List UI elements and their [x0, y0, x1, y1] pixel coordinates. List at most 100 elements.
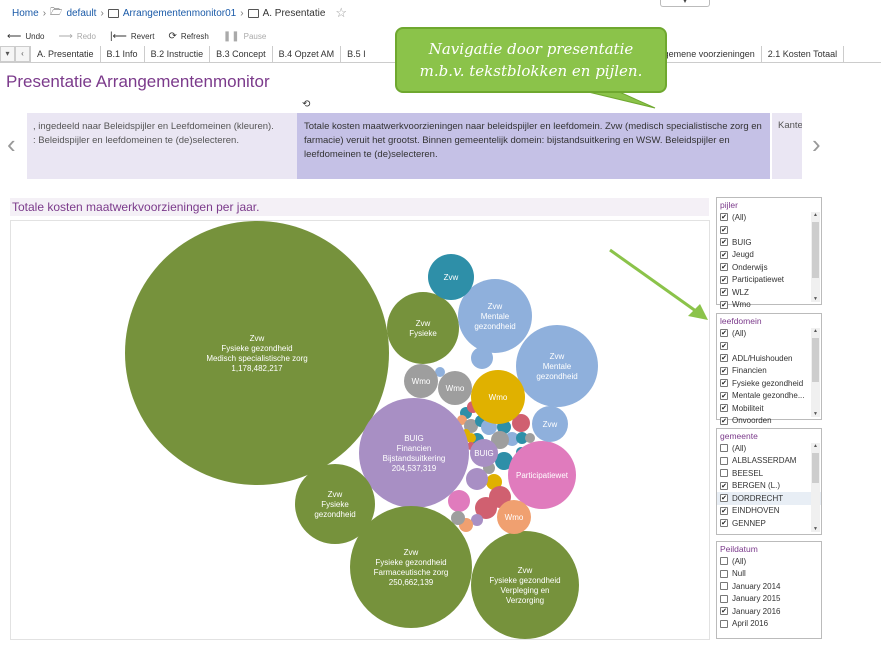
checkbox-checked-icon[interactable]: ✔ [720, 300, 728, 309]
scroll-thumb[interactable] [812, 453, 819, 483]
story-point-next[interactable]: Kante [772, 113, 802, 179]
checkbox-checked-icon[interactable]: ✔ [720, 354, 728, 363]
peildatum-option[interactable]: January 2015 [717, 593, 821, 606]
checkbox-icon[interactable] [720, 582, 728, 591]
bubble[interactable] [387, 292, 459, 364]
tabs-prev-icon[interactable]: ‹ [15, 46, 30, 62]
scroll-up-icon[interactable]: ▲ [811, 328, 820, 334]
pijler-option[interactable]: ✔ [717, 224, 821, 237]
checkbox-checked-icon[interactable]: ✔ [720, 225, 728, 234]
filter-peildatum[interactable]: Peildatum (All) Null January 2014 January 20… [716, 541, 822, 639]
scroll-thumb[interactable] [812, 338, 819, 382]
pause-button[interactable]: ❚❚ Pause [223, 31, 266, 42]
checkbox-checked-icon[interactable]: ✔ [720, 263, 728, 272]
tab-a-presentatie[interactable]: A. Presentatie [30, 46, 101, 62]
peildatum-option[interactable]: April 2016 [717, 618, 821, 631]
gemeente-option[interactable]: ✔ BERGEN (L.) [717, 480, 821, 493]
refresh-button[interactable]: ⟳ Refresh [168, 31, 208, 42]
story-prev-icon[interactable]: ‹ [7, 129, 16, 160]
filter-leefdomein[interactable]: leefdomein ✔ (All) ✔ ✔ ADL/Huishouden ✔ Financi… [716, 313, 822, 425]
pijler-option[interactable]: ✔ BUIG [717, 236, 821, 249]
checkbox-checked-icon[interactable]: ✔ [720, 506, 728, 515]
checkbox-checked-icon[interactable]: ✔ [720, 404, 728, 413]
gemeente-option[interactable]: ✔ DORDRECHT [717, 492, 821, 505]
leefdomein-option[interactable]: ✔ (All) [717, 327, 821, 340]
pijler-option[interactable]: ✔ (All) [717, 211, 821, 224]
small-bubble[interactable] [466, 468, 488, 490]
leefdomein-option[interactable]: ✔ [717, 340, 821, 353]
gemeente-option[interactable]: ALBLASSERDAM [717, 455, 821, 468]
leefdomein-option[interactable]: ✔ Mobiliteit [717, 402, 821, 415]
checkbox-checked-icon[interactable]: ✔ [720, 275, 728, 284]
checkbox-checked-icon[interactable]: ✔ [720, 341, 728, 350]
breadcrumb-home[interactable]: Home [12, 8, 39, 19]
gemeente-option[interactable]: BEESEL [717, 467, 821, 480]
checkbox-checked-icon[interactable]: ✔ [720, 329, 728, 338]
story-point-previous[interactable]: , ingedeeld naar Beleidspijler en Leefdo… [27, 113, 297, 179]
leefdomein-scrollbar[interactable]: ▲ ▼ [811, 328, 820, 417]
story-next-icon[interactable]: › [812, 129, 821, 160]
pijler-option[interactable]: ✔ Wmo [717, 299, 821, 312]
peildatum-option[interactable]: (All) [717, 555, 821, 568]
checkbox-checked-icon[interactable]: ✔ [720, 379, 728, 388]
gemeente-option[interactable]: (All) [717, 442, 821, 455]
tabs-menu-icon[interactable]: ▾ [0, 46, 15, 62]
pijler-option[interactable]: ✔ WLZ [717, 286, 821, 299]
checkbox-checked-icon[interactable]: ✔ [720, 391, 728, 400]
scroll-down-icon[interactable]: ▼ [811, 296, 820, 302]
bubble[interactable] [471, 531, 579, 639]
checkbox-checked-icon[interactable]: ✔ [720, 238, 728, 247]
filter-pijler[interactable]: pijler ✔ (All) ✔ ✔ BUIG ✔ Jeugd ✔ Onderwijs ✔ Parti… [716, 197, 822, 309]
revert-button[interactable]: |⟵ Revert [110, 31, 155, 42]
leefdomein-option[interactable]: ✔ Fysieke gezondheid [717, 377, 821, 390]
leefdomein-option[interactable]: ✔ ADL/Huishouden [717, 352, 821, 365]
checkbox-checked-icon[interactable]: ✔ [720, 416, 728, 425]
undo-button[interactable]: ⟵ Undo [7, 31, 44, 42]
pijler-option[interactable]: ✔ Jeugd [717, 249, 821, 262]
breadcrumb-folder[interactable]: default [66, 8, 96, 19]
checkbox-checked-icon[interactable]: ✔ [720, 250, 728, 259]
scroll-thumb[interactable] [812, 222, 819, 278]
pijler-option[interactable]: ✔ Onderwijs [717, 261, 821, 274]
checkbox-checked-icon[interactable]: ✔ [720, 366, 728, 375]
filter-gemeente[interactable]: gemeente (All) ALBLASSERDAM BEESEL ✔ BERGEN (… [716, 428, 822, 535]
pijler-option[interactable]: ✔ Participatiewet [717, 274, 821, 287]
breadcrumb-workbook[interactable]: Arrangementenmonitor01 [123, 8, 236, 19]
checkbox-icon[interactable] [720, 594, 728, 603]
peildatum-option[interactable]: Null [717, 568, 821, 581]
checkbox-checked-icon[interactable]: ✔ [720, 213, 728, 222]
dropdown-toggle[interactable]: ▾ [660, 0, 710, 7]
tab-21-kosten-totaal[interactable]: 2.1 Kosten Totaal [762, 46, 845, 62]
tab-b2-instructie[interactable]: B.2 Instructie [145, 46, 211, 62]
gemeente-option[interactable]: ✔ EINDHOVEN [717, 505, 821, 518]
checkbox-icon[interactable] [720, 619, 728, 628]
leefdomein-option[interactable]: ✔ Financien [717, 365, 821, 378]
peildatum-option[interactable]: ✔ January 2016 [717, 605, 821, 618]
scroll-down-icon[interactable]: ▼ [811, 411, 820, 417]
checkbox-checked-icon[interactable]: ✔ [720, 607, 728, 616]
redo-button[interactable]: ⟶ Redo [58, 31, 95, 42]
leefdomein-option[interactable]: ✔ Onvoorden [717, 415, 821, 428]
checkbox-icon[interactable] [720, 557, 728, 566]
checkbox-icon[interactable] [720, 469, 728, 478]
checkbox-checked-icon[interactable]: ✔ [720, 288, 728, 297]
tab-b1-info[interactable]: B.1 Info [101, 46, 145, 62]
gemeente-scrollbar[interactable]: ▲ ▼ [811, 443, 820, 532]
checkbox-icon[interactable] [720, 444, 728, 453]
leefdomein-option[interactable]: ✔ Mentale gezondhe... [717, 390, 821, 403]
peildatum-option[interactable]: January 2014 [717, 580, 821, 593]
favorite-star-icon[interactable]: ☆ [335, 5, 347, 21]
bubble[interactable] [359, 398, 469, 508]
checkbox-checked-icon[interactable]: ✔ [720, 494, 728, 503]
checkbox-checked-icon[interactable]: ✔ [720, 519, 728, 528]
scroll-down-icon[interactable]: ▼ [811, 526, 820, 532]
checkbox-icon[interactable] [720, 569, 728, 578]
scroll-up-icon[interactable]: ▲ [811, 212, 820, 218]
gemeente-option[interactable]: ✔ GENNEP [717, 517, 821, 530]
bubble[interactable] [125, 221, 389, 485]
bubble-chart-svg[interactable]: ZvwFysieke gezondheidMedisch specialisti… [11, 221, 709, 639]
story-point-current[interactable]: Totale kosten maatwerkvoorzieningen naar… [297, 113, 770, 179]
scroll-up-icon[interactable]: ▲ [811, 443, 820, 449]
small-bubble[interactable] [525, 433, 535, 443]
revert-story-icon[interactable]: ⟲ [302, 99, 310, 110]
